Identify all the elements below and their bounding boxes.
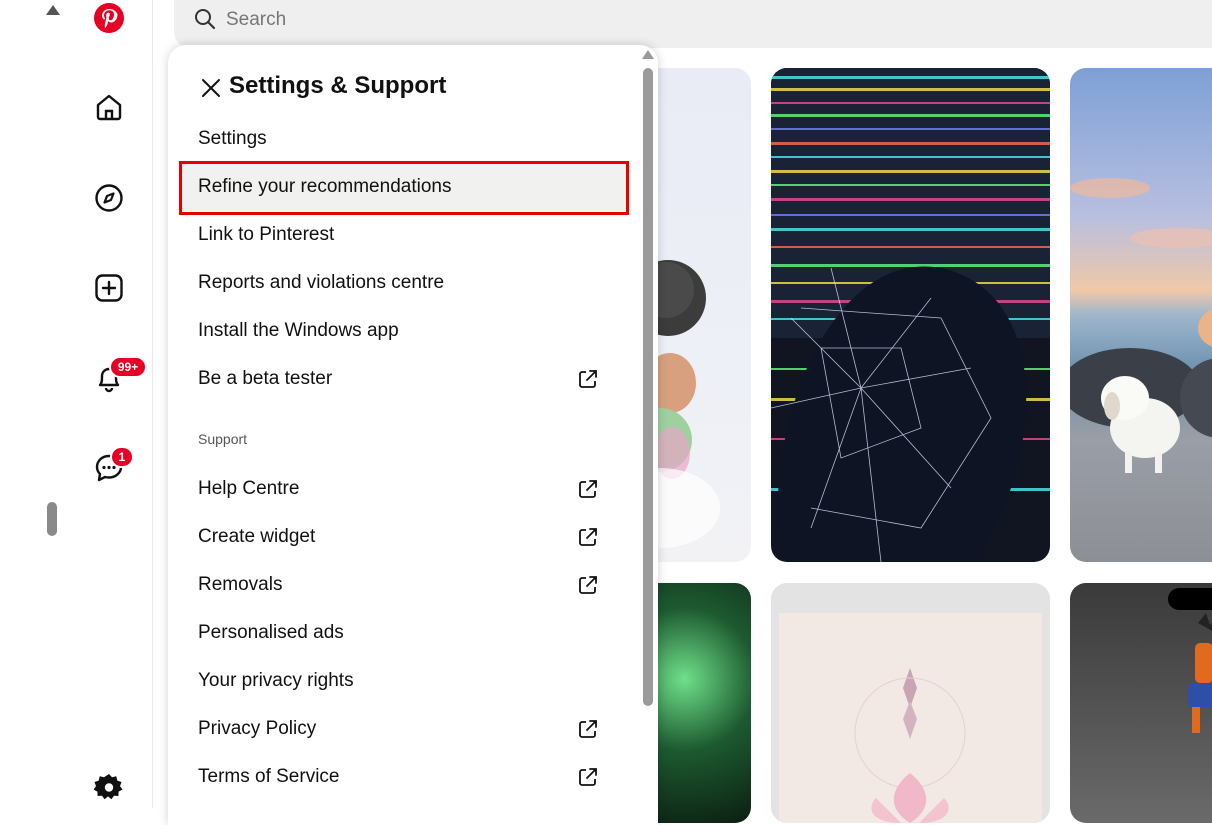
scroll-up-arrow[interactable] [642,50,654,59]
menu-item-settings[interactable]: Settings [179,115,631,163]
menu-item-privacy-policy[interactable]: Privacy Policy [179,705,631,753]
menu-item-label: Privacy Policy [198,718,317,739]
menu-item-label: Help Centre [198,478,300,499]
search-input[interactable] [224,6,628,34]
menu-item-label: Removals [198,574,283,595]
menu-item-personalised-ads[interactable]: Personalised ads [179,609,631,657]
pin-image-dog-seaside[interactable] [1070,68,1212,562]
scrollbar-thumb[interactable] [643,68,653,706]
menu-item-privacy-rights[interactable]: Your privacy rights [179,657,631,705]
explore-compass-icon[interactable] [93,182,125,214]
messages-count-badge: 1 [110,446,134,468]
menu-item-label: Create widget [198,526,316,547]
external-link-icon [577,478,599,500]
settings-support-panel: Settings & Support Settings Refine your … [168,45,658,825]
external-link-icon [577,766,599,788]
pinterest-logo-icon[interactable] [93,2,125,34]
search-icon [194,8,216,35]
external-link-icon [577,718,599,740]
external-link-icon [577,526,599,548]
menu-item-help-centre[interactable]: Help Centre [179,465,631,513]
menu-item-beta-tester[interactable]: Be a beta tester [179,355,631,403]
menu-item-label: Your privacy rights [198,670,354,691]
menu-item-label: Be a beta tester [198,368,333,389]
nav-rail: 99+ 1 [66,0,153,808]
menu-item-label: Link to Pinterest [198,224,335,245]
menu-item-label: Settings [198,128,267,149]
menu-item-label: Personalised ads [198,622,344,643]
menu-item-install-windows-app[interactable]: Install the Windows app [179,307,631,355]
settings-gear-icon[interactable] [93,771,125,803]
external-link-icon [577,574,599,596]
panel-title: Settings & Support [229,72,447,99]
menu-item-label: Refine your recommendations [198,176,452,197]
pin-image-cracked-screen[interactable] [771,68,1050,562]
panel-scrollbar[interactable] [641,48,655,808]
search-bar[interactable] [174,0,1212,48]
menu-item-label: Reports and violations centre [198,272,445,293]
support-section-label: Support [198,431,248,447]
window-scrollbar[interactable] [40,0,66,808]
menu-item-refine-recommendations[interactable]: Refine your recommendations [179,163,631,211]
menu-item-terms-of-service[interactable]: Terms of Service [179,753,631,801]
create-plus-icon[interactable] [93,272,125,304]
scroll-up-arrow[interactable] [46,5,60,15]
menu-item-link-to-pinterest[interactable]: Link to Pinterest [179,211,631,259]
home-icon[interactable] [93,91,125,123]
menu-item-label: Install the Windows app [198,320,399,341]
menu-item-removals[interactable]: Removals [179,561,631,609]
external-link-icon [577,368,599,390]
pin-image-anime-fighter[interactable] [1070,583,1212,823]
menu-item-create-widget[interactable]: Create widget [179,513,631,561]
close-icon[interactable] [200,77,222,99]
menu-item-reports-violations[interactable]: Reports and violations centre [179,259,631,307]
pin-image-lotus[interactable] [771,583,1050,823]
menu-item-label: Terms of Service [198,766,340,787]
scrollbar-thumb[interactable] [47,502,57,536]
notifications-count-badge: 99+ [109,356,147,378]
